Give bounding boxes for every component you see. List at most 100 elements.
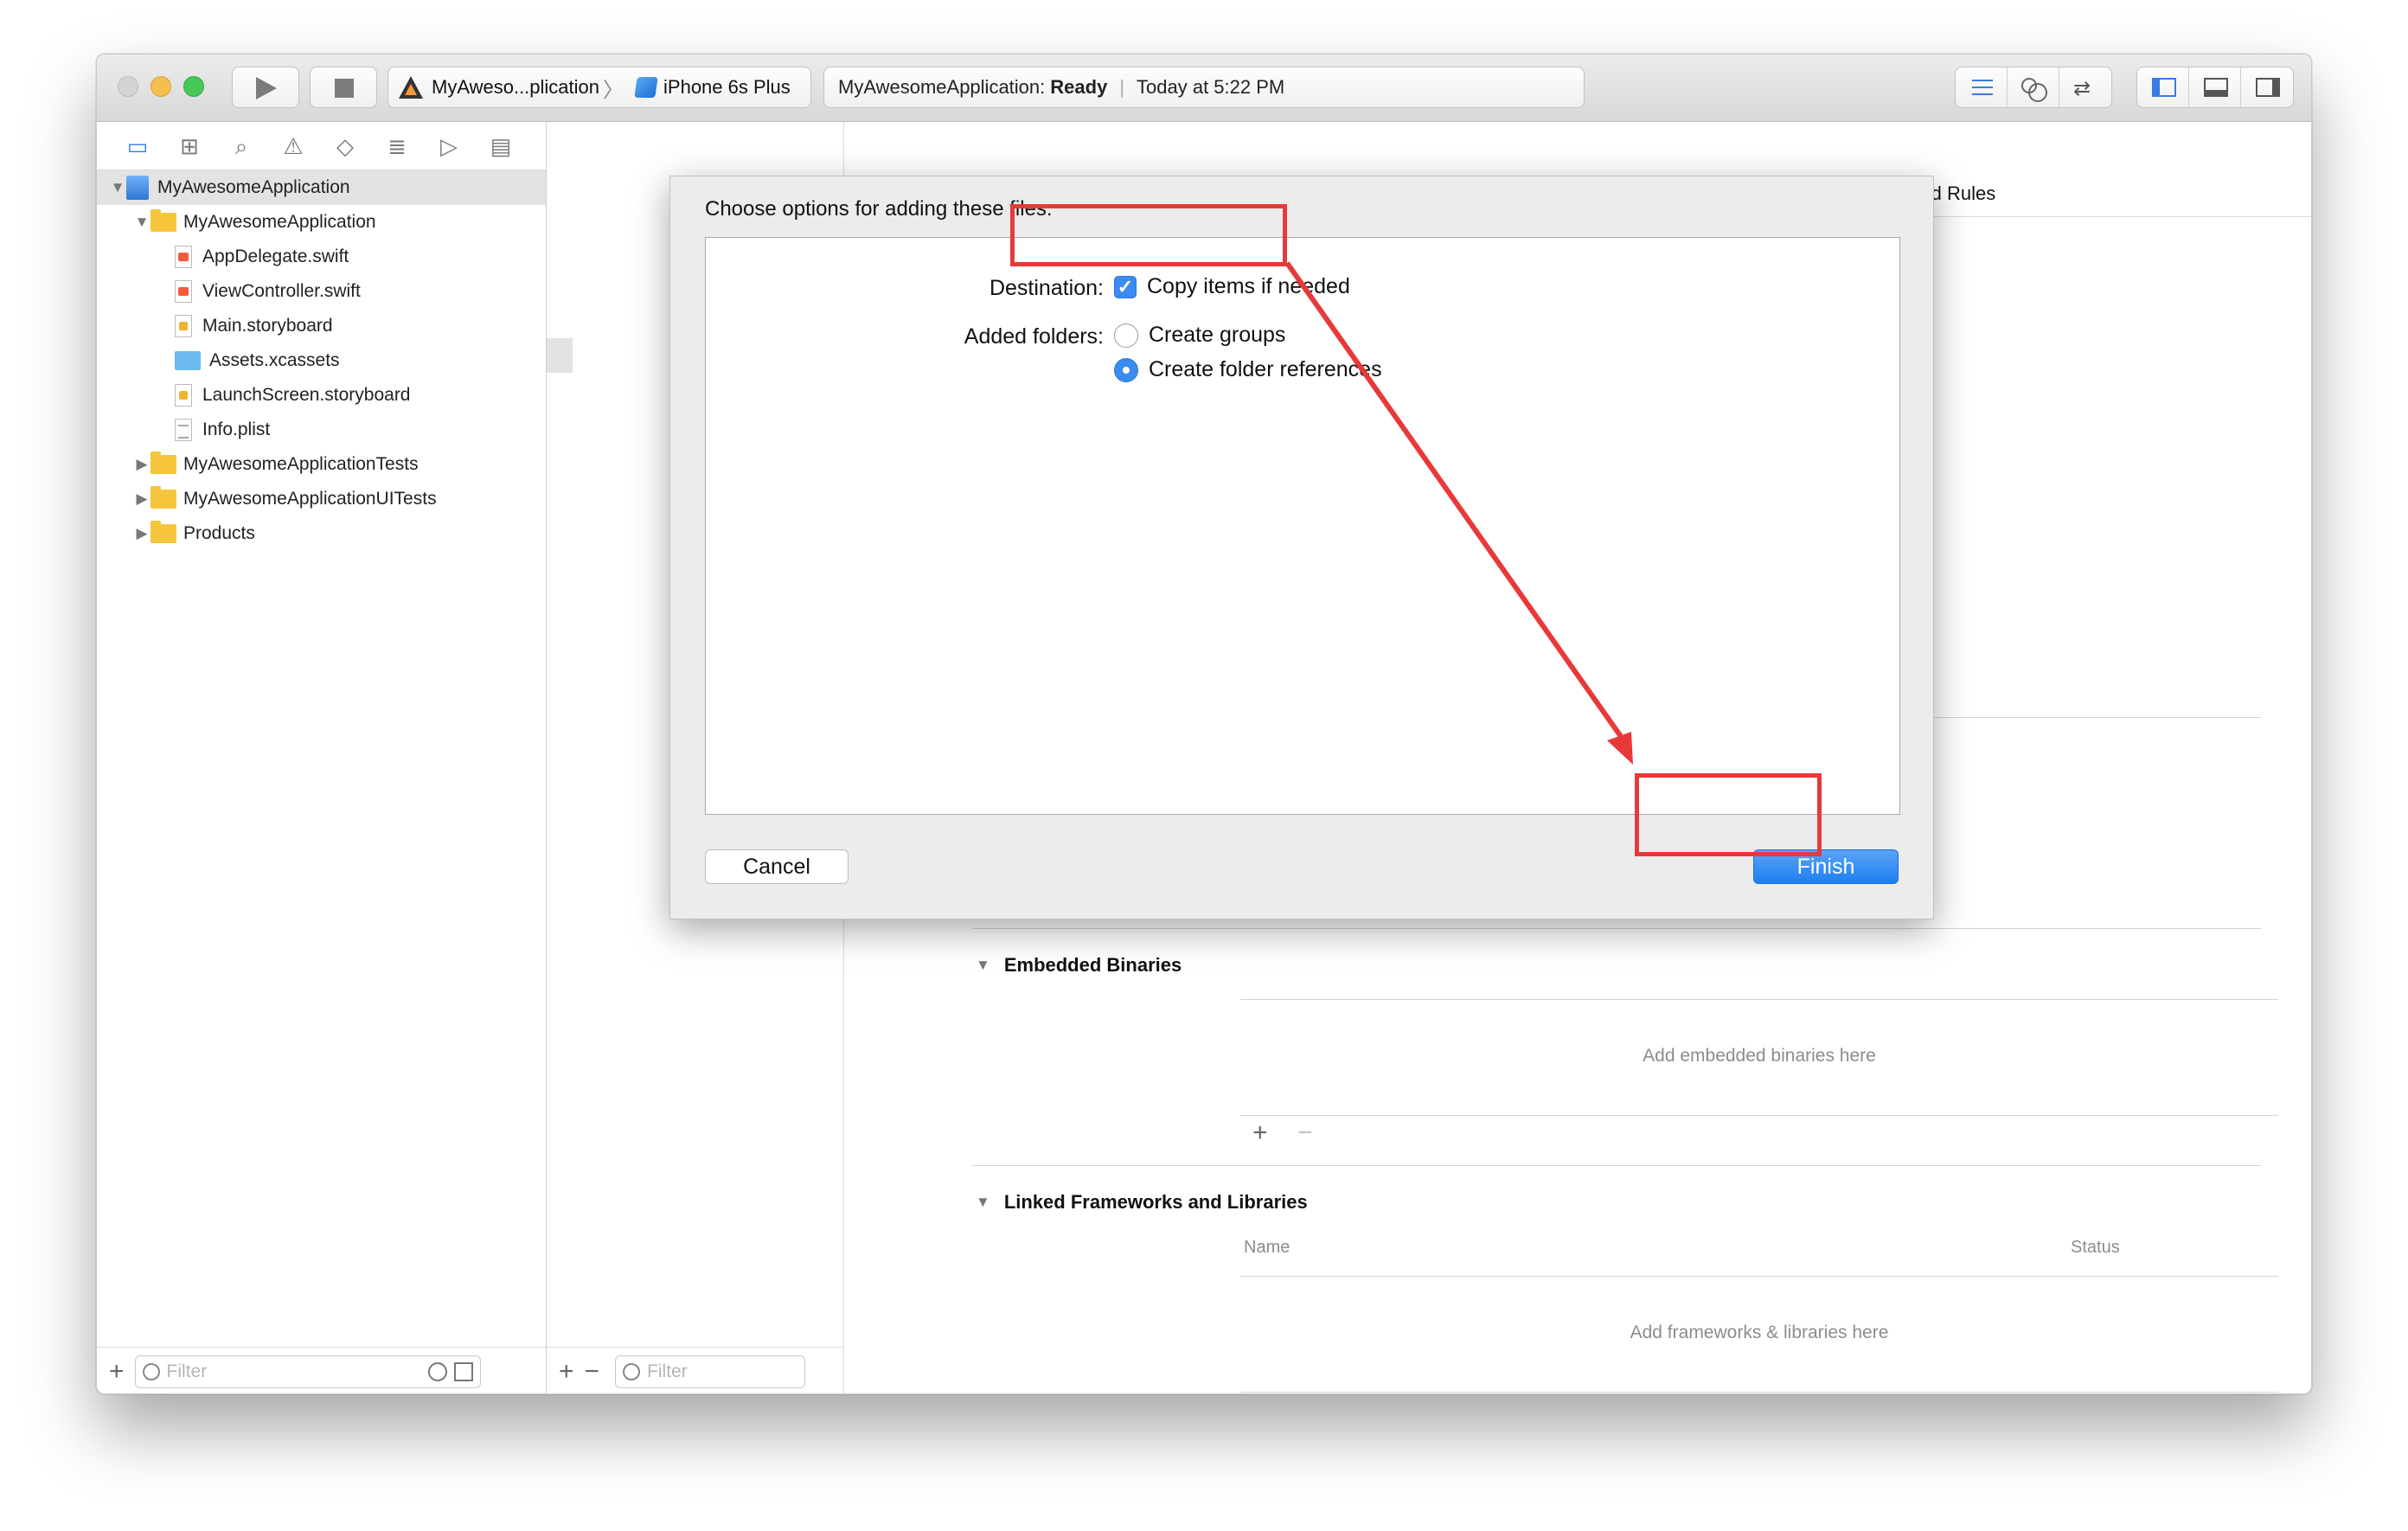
- divider: [1240, 1115, 2278, 1116]
- copy-items-highlight: [1010, 204, 1287, 266]
- disclosure-down-icon: ▼: [976, 1194, 990, 1210]
- activity-project: MyAwesomeApplication:: [838, 76, 1046, 98]
- targets-filter-field[interactable]: Filter: [615, 1355, 806, 1388]
- tree-item[interactable]: ViewController.swift: [97, 274, 546, 309]
- plist-file-icon: [175, 419, 192, 441]
- utilities-panel-icon: [2256, 78, 2280, 97]
- minimize-window-button[interactable]: [150, 76, 171, 97]
- tree-item[interactable]: ▶ MyAwesomeApplicationUITests: [97, 482, 546, 516]
- comment-icon[interactable]: ▤: [488, 133, 514, 159]
- scm-filter-icon[interactable]: [453, 1361, 473, 1381]
- create-folder-references-radio[interactable]: Create folder references: [1114, 357, 1382, 382]
- debug-list-icon[interactable]: ≣: [384, 133, 410, 159]
- destination-label: Destination:: [989, 276, 1104, 300]
- assistant-editor-button[interactable]: [2008, 67, 2059, 107]
- added-folders-label: Added folders:: [964, 324, 1104, 349]
- storyboard-file-icon: [175, 384, 192, 407]
- version-editor-button[interactable]: ⇄: [2059, 67, 2111, 107]
- add-file-button[interactable]: +: [109, 1357, 125, 1387]
- activity-time: Today at 5:22 PM: [1137, 76, 1285, 98]
- targets-filter-bar: + − Filter: [547, 1347, 843, 1393]
- column-header-name[interactable]: Name: [1244, 1238, 1290, 1258]
- navigator-selector-bar: ▭ ⊞ ⌕ ⚠ ◇ ≣ ▷ ▤: [97, 122, 546, 170]
- create-groups-label: Create groups: [1149, 323, 1286, 347]
- tree-item[interactable]: ▼ MyAwesomeApplication: [97, 205, 546, 240]
- diamond-icon[interactable]: ◇: [332, 133, 358, 159]
- toggle-navigator-button[interactable]: [2137, 67, 2189, 107]
- tree-item[interactable]: ▶ Products: [97, 516, 546, 551]
- divider: [1240, 999, 2278, 1000]
- zoom-window-button[interactable]: [183, 76, 204, 97]
- divider: [1240, 1276, 2278, 1277]
- options-box: Destination: ✓ Copy items if needed Adde…: [705, 237, 1900, 815]
- disclosure-right-icon[interactable]: ▶: [133, 456, 150, 473]
- filter-icon: [623, 1362, 641, 1380]
- add-embedded-binary-button[interactable]: +: [1252, 1118, 1268, 1148]
- hierarchy-icon[interactable]: ⊞: [176, 133, 202, 159]
- disclosure-down-icon[interactable]: ▼: [109, 179, 126, 196]
- tree-item-label: Main.storyboard: [202, 316, 333, 336]
- remove-target-button[interactable]: −: [585, 1357, 600, 1387]
- folder-icon: [150, 486, 176, 509]
- column-header-status[interactable]: Status: [2071, 1238, 2120, 1258]
- disclosure-down-icon: ▼: [976, 957, 990, 973]
- tree-item[interactable]: ▼ MyAwesomeApplication: [97, 170, 546, 205]
- tree-item-label: MyAwesomeApplicationUITests: [183, 489, 437, 509]
- activity-separator: |: [1119, 76, 1125, 98]
- standard-editor-button[interactable]: [1956, 67, 2008, 107]
- cancel-button[interactable]: Cancel: [705, 849, 849, 884]
- file-tree: ▼ MyAwesomeApplication ▼ MyAwesomeApplicati…: [97, 170, 546, 551]
- disclosure-right-icon[interactable]: ▶: [133, 525, 150, 542]
- tree-item-label: MyAwesomeApplication: [183, 212, 376, 232]
- tree-item-label: LaunchScreen.storyboard: [202, 385, 411, 405]
- scheme-selector[interactable]: MyAweso...plication 〉 iPhone 6s Plus: [387, 67, 811, 108]
- create-groups-radio[interactable]: Create groups: [1114, 323, 1285, 348]
- targets-filter-placeholder: Filter: [647, 1361, 688, 1381]
- toggle-utilities-button[interactable]: [2241, 67, 2293, 107]
- tree-item[interactable]: Main.storyboard: [97, 309, 546, 343]
- assistant-editor-icon: [2021, 78, 2047, 102]
- disclosure-down-icon[interactable]: ▼: [133, 214, 150, 231]
- navigator-filter-placeholder: Filter: [166, 1361, 208, 1381]
- tree-item-label: Assets.xcassets: [209, 350, 340, 370]
- linked-frameworks-header[interactable]: ▼ Linked Frameworks and Libraries: [976, 1191, 1308, 1214]
- stop-button[interactable]: [310, 67, 377, 108]
- standard-editor-icon: [1972, 80, 1993, 95]
- close-window-button[interactable]: [118, 76, 138, 97]
- filter-icon: [142, 1362, 160, 1380]
- create-folder-references-label: Create folder references: [1149, 357, 1382, 381]
- tag-icon[interactable]: ▷: [436, 133, 462, 159]
- activity-viewer: MyAwesomeApplication: Ready | Today at 5…: [823, 67, 1585, 108]
- copy-items-label: Copy items if needed: [1147, 274, 1350, 298]
- tree-item-label: MyAwesomeApplicationTests: [183, 454, 419, 474]
- tree-item[interactable]: AppDelegate.swift: [97, 240, 546, 274]
- search-icon[interactable]: ⌕: [228, 133, 254, 159]
- activity-status: Ready: [1050, 76, 1108, 98]
- remove-embedded-binary-button[interactable]: −: [1297, 1118, 1313, 1148]
- recent-files-icon[interactable]: [427, 1361, 447, 1381]
- tree-item[interactable]: LaunchScreen.storyboard: [97, 378, 546, 413]
- navigator-filter-field[interactable]: Filter: [134, 1355, 481, 1388]
- debug-panel-icon: [2204, 78, 2228, 97]
- tree-item[interactable]: Info.plist: [97, 413, 546, 447]
- tree-item-label: ViewController.swift: [202, 281, 361, 301]
- run-button[interactable]: [232, 67, 299, 108]
- folder-icon: [150, 452, 176, 474]
- tree-item[interactable]: Assets.xcassets: [97, 343, 546, 378]
- copy-items-checkbox[interactable]: ✓ Copy items if needed: [1114, 274, 1350, 299]
- warning-icon[interactable]: ⚠: [280, 133, 306, 159]
- radio-off-icon: [1114, 323, 1138, 348]
- divider: [1240, 1392, 2278, 1393]
- disclosure-right-icon[interactable]: ▶: [133, 490, 150, 508]
- toggle-debug-area-button[interactable]: [2189, 67, 2241, 107]
- divider: [1934, 717, 2261, 718]
- add-target-button[interactable]: +: [559, 1357, 574, 1387]
- scheme-app-label: MyAweso...plication: [432, 76, 600, 98]
- embedded-binaries-placeholder: Add embedded binaries here: [1643, 1046, 1876, 1066]
- selected-target-row[interactable]: [547, 338, 573, 373]
- finish-highlight: [1635, 773, 1822, 856]
- embedded-binaries-header[interactable]: ▼ Embedded Binaries: [976, 954, 1182, 977]
- tree-item-label: Products: [183, 523, 255, 543]
- folder-icon[interactable]: ▭: [125, 133, 150, 159]
- tree-item[interactable]: ▶ MyAwesomeApplicationTests: [97, 447, 546, 482]
